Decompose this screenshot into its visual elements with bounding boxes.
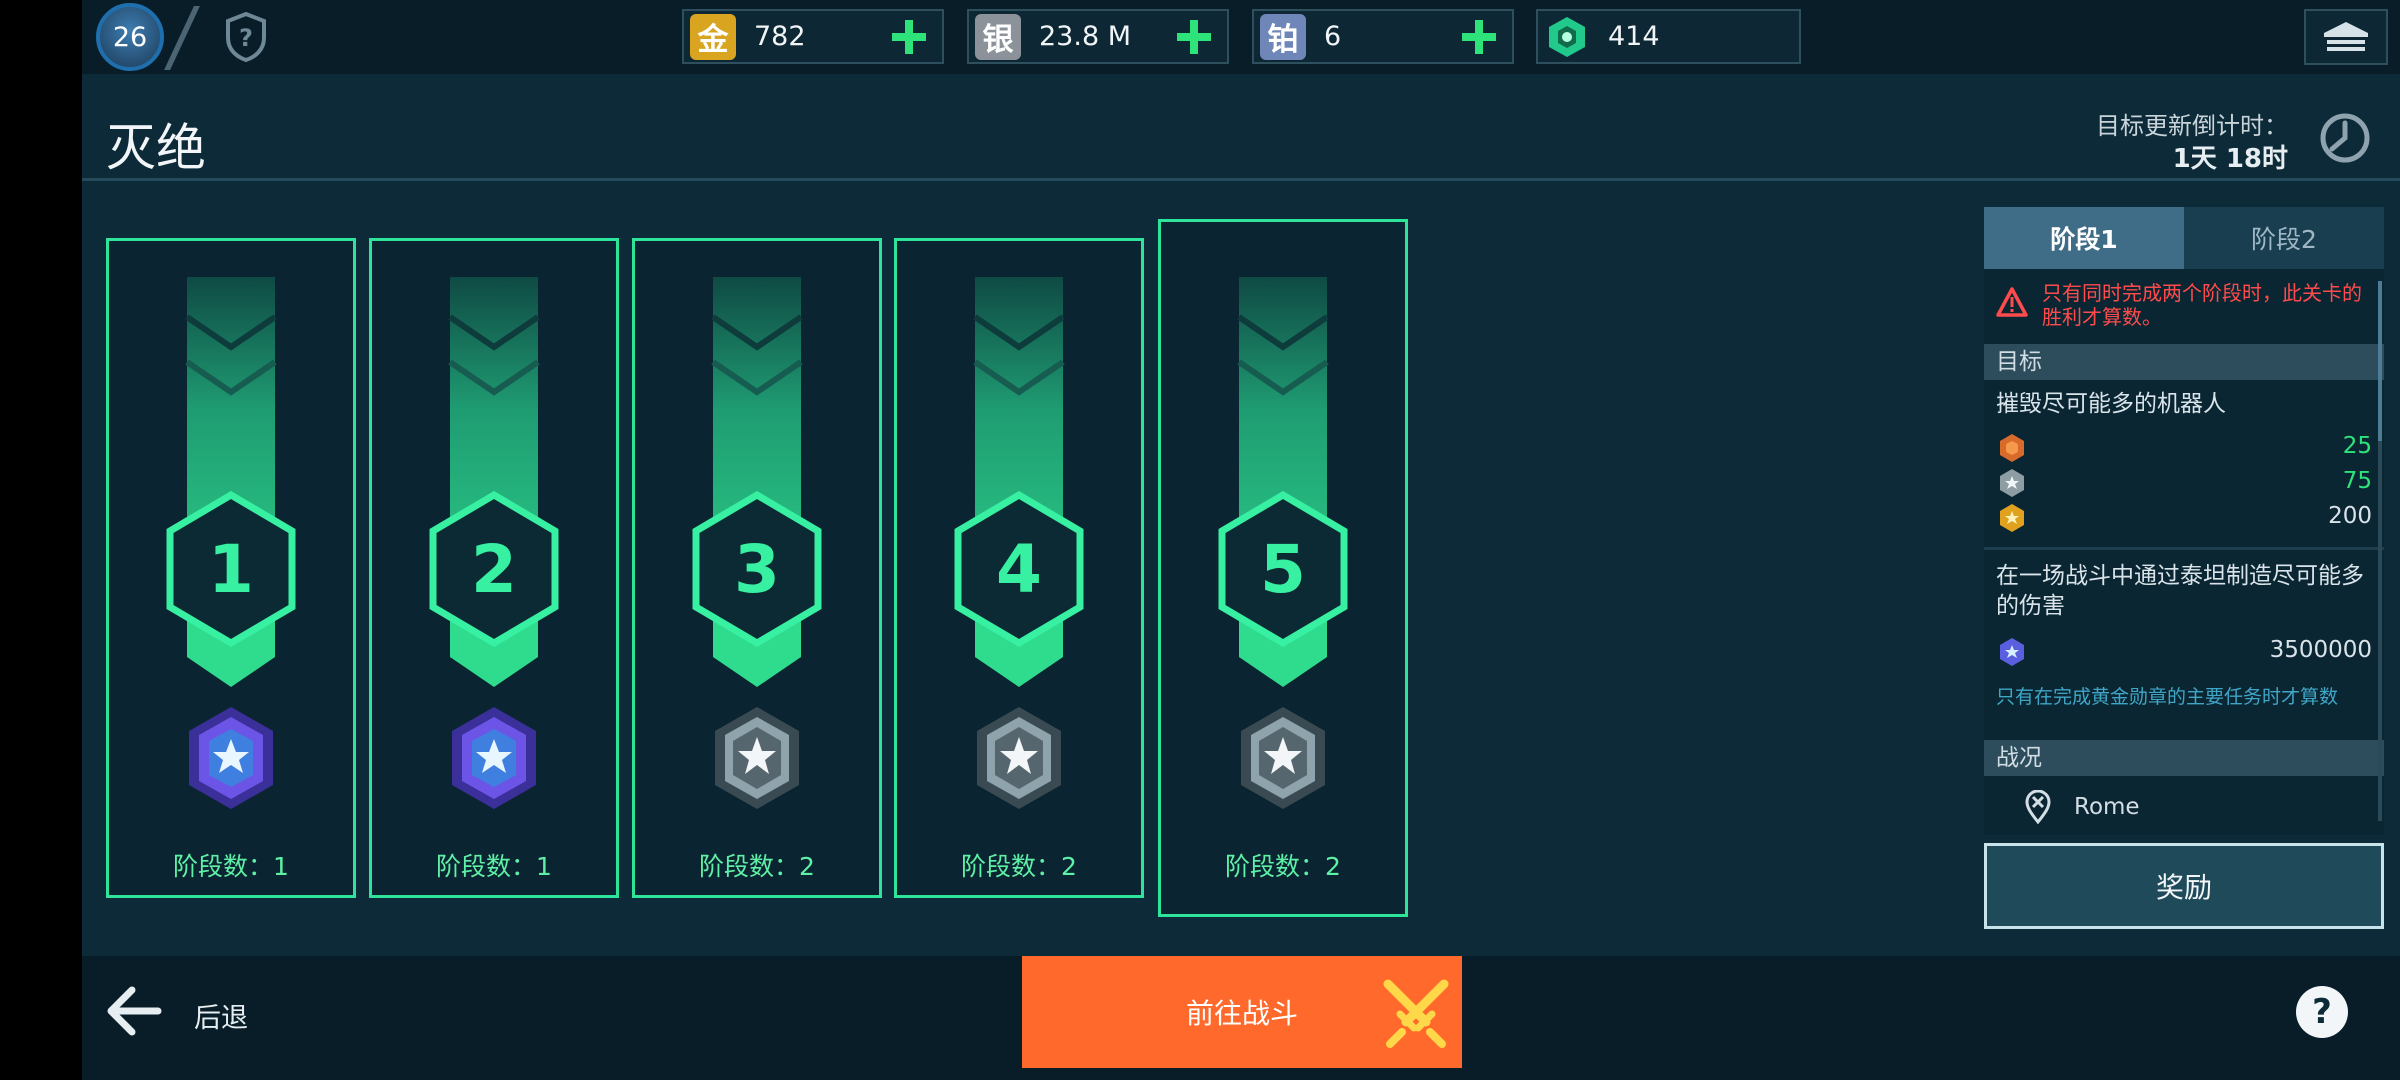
power-cell-icon <box>1549 16 1585 57</box>
objective-2-note: 只有在完成黄金勋章的主要任务时才算数 <box>1996 686 2339 708</box>
divider-slash <box>164 6 200 70</box>
stage-count-label: 阶段数：2 <box>961 852 1077 881</box>
silver-value: 23.8 M <box>1039 21 1131 52</box>
panel-scroll-thumb[interactable] <box>2378 281 2382 441</box>
add-silver-button[interactable] <box>1171 14 1217 60</box>
crossed-swords-icon <box>1383 979 1449 1048</box>
currency-platinum: 铂 6 <box>1252 9 1514 64</box>
back-arrow-icon[interactable] <box>104 984 162 1038</box>
objective-divider <box>1984 547 2384 550</box>
stage-card-5[interactable]: 5 阶段数：2 <box>1158 219 1408 917</box>
timer-value: 1天 18时 <box>2172 144 2288 174</box>
header-divider <box>82 178 2400 181</box>
stage-number: 1 <box>208 530 254 608</box>
platinum-value: 6 <box>1324 21 1342 52</box>
silver-medal-icon <box>1241 707 1325 809</box>
objective-1-reward-gold: 200 <box>1998 501 2372 533</box>
objectives-header: 目标 <box>1984 344 2384 380</box>
power-cells-value: 414 <box>1608 21 1660 52</box>
stage-card-2[interactable]: 2 阶段数：1 <box>369 238 619 898</box>
platinum-icon: 铂 <box>1260 13 1306 60</box>
svg-text:?: ? <box>239 24 253 52</box>
question-mark-icon: ? <box>2312 992 2332 1032</box>
timer-label: 目标更新倒计时： <box>2096 112 2288 140</box>
objective-2-text: 在一场战斗中通过泰坦制造尽可能多的伤害 <box>1996 563 2364 619</box>
tab-stage-1[interactable]: 阶段1 <box>1984 207 2184 269</box>
stage-number-hex: 1 <box>164 491 298 647</box>
page-title: 灭绝 <box>106 119 206 177</box>
objectives-panel[interactable]: 只有同时完成两个阶段时，此关卡的胜利才算数。 目标 摧毁尽可能多的机器人 25 … <box>1984 269 2384 835</box>
stage-number-hex: 5 <box>1216 491 1350 647</box>
objective-1-text: 摧毁尽可能多的机器人 <box>1996 391 2226 417</box>
battle-location: Rome <box>2024 789 2140 825</box>
top-bar: 26 ? 金 782 银 23.8 M 铂 6 414 <box>82 0 2400 74</box>
currency-power-cells: 414 <box>1536 9 1801 64</box>
stage-card-1[interactable]: 1 阶段数：1 <box>106 238 356 898</box>
stage-number: 4 <box>996 530 1042 608</box>
map-pin-icon <box>2025 790 2051 824</box>
stage-count-label: 阶段数：2 <box>699 852 815 881</box>
add-platinum-button[interactable] <box>1456 14 1502 60</box>
warning-message: 只有同时完成两个阶段时，此关卡的胜利才算数。 <box>1996 281 2372 329</box>
hangar-button[interactable] <box>2304 9 2388 65</box>
go-to-battle-button[interactable]: 前往战斗 <box>1022 956 1462 1068</box>
shield-question-icon[interactable]: ? <box>224 12 268 62</box>
gold-value: 782 <box>754 21 806 52</box>
objective-1-silver-value: 75 <box>2342 468 2372 494</box>
objective-2-reward-platinum: 3500000 <box>1998 635 2372 667</box>
stage-count-label: 阶段数：1 <box>173 852 289 881</box>
battle-status-header: 战况 <box>1984 740 2384 776</box>
objective-2-platinum-value: 3500000 <box>2269 637 2372 663</box>
reward-button[interactable]: 奖励 <box>1984 843 2384 929</box>
currency-silver: 银 23.8 M <box>967 9 1229 64</box>
stage-card-4[interactable]: 4 阶段数：2 <box>894 238 1144 898</box>
silver-medal-icon <box>715 707 799 809</box>
stage-number-hex: 2 <box>427 491 561 647</box>
timer-icon <box>2320 113 2370 163</box>
silver-medal-icon <box>977 707 1061 809</box>
bronze-medal-icon <box>2000 434 2024 462</box>
stage-count-label: 阶段数：2 <box>1225 852 1341 881</box>
stage-number-hex: 3 <box>690 491 824 647</box>
location-name: Rome <box>2074 794 2140 820</box>
platinum-medal-icon <box>189 707 273 809</box>
stage-tabs: 阶段1 阶段2 <box>1984 207 2384 269</box>
app-window: 26 ? 金 782 银 23.8 M 铂 6 414 灭绝 目标更新倒计时： … <box>82 0 2400 1080</box>
objective-1-reward-bronze: 25 <box>1998 431 2372 463</box>
objective-1-gold-value: 200 <box>2328 503 2372 529</box>
warning-icon <box>1996 287 2028 317</box>
back-button[interactable]: 后退 <box>194 996 248 1035</box>
player-level-badge[interactable]: 26 <box>96 3 164 71</box>
bottom-bar: 后退 前往战斗 ? <box>82 956 2400 1080</box>
hangar-icon <box>2324 22 2368 51</box>
warning-text: 只有同时完成两个阶段时，此关卡的胜利才算数。 <box>2042 281 2362 329</box>
gold-medal-icon <box>2000 504 2024 532</box>
stage-number-hex: 4 <box>952 491 1086 647</box>
platinum-medal-icon <box>2000 638 2024 666</box>
currency-gold: 金 782 <box>682 9 944 64</box>
help-button[interactable]: ? <box>2296 986 2348 1038</box>
stage-number: 3 <box>734 530 780 608</box>
add-gold-button[interactable] <box>886 14 932 60</box>
platinum-medal-icon <box>452 707 536 809</box>
objective-1-reward-silver: 75 <box>1998 466 2372 498</box>
tab-stage-2[interactable]: 阶段2 <box>2184 207 2384 269</box>
stage-card-3[interactable]: 3 阶段数：2 <box>632 238 882 898</box>
stage-count-label: 阶段数：1 <box>436 852 552 881</box>
stage-number: 5 <box>1260 530 1306 608</box>
stage-number: 2 <box>471 530 517 608</box>
silver-medal-icon <box>2000 469 2024 497</box>
objective-1-bronze-value: 25 <box>2342 433 2372 459</box>
gold-icon: 金 <box>690 13 736 60</box>
player-level: 26 <box>112 21 148 53</box>
go-to-battle-label: 前往战斗 <box>1186 997 1299 1030</box>
silver-icon: 银 <box>975 13 1021 60</box>
